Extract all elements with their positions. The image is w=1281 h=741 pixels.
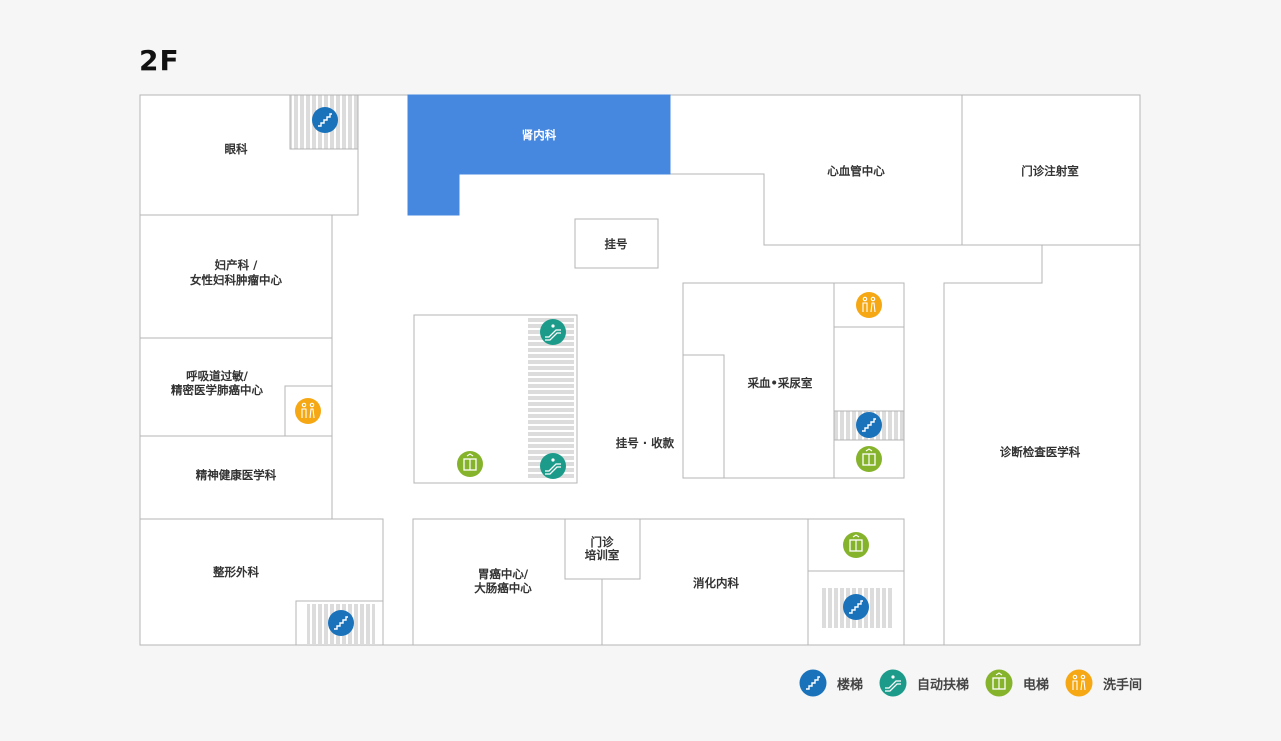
label-gynecology-1: 妇产科 /: [214, 258, 259, 272]
restroom-icon[interactable]: [295, 398, 321, 424]
label-registration: 挂号: [605, 237, 628, 251]
label-respiratory-2: 精密医学肺癌中心: [171, 383, 263, 397]
legend-label-elevator: 电梯: [1022, 677, 1049, 693]
label-respiratory-1: 呼吸道过敏/: [186, 369, 248, 383]
label-plastic-surgery: 整形外科: [212, 565, 259, 579]
legend-label-escalator: 自动扶梯: [916, 677, 969, 693]
legend-item-escalator[interactable]: 自动扶梯: [879, 669, 969, 697]
legend-item-restroom[interactable]: 洗手间: [1065, 669, 1142, 697]
label-gynecology-2: 女性妇科肿瘤中心: [190, 273, 282, 287]
label-ophthalmology: 眼科: [225, 142, 248, 156]
escalator-icon[interactable]: [540, 453, 566, 479]
stairs-icon[interactable]: [856, 412, 882, 438]
label-gastric-2: 大肠癌中心: [474, 581, 532, 595]
label-diagnostic: 诊断检查医学科: [1000, 445, 1081, 459]
stairs-icon[interactable]: [312, 107, 338, 133]
escalator-icon: [879, 669, 907, 697]
legend-item-stairs[interactable]: 楼梯: [799, 669, 863, 697]
label-training-2: 培训室: [585, 548, 620, 562]
elevator-icon[interactable]: [843, 532, 869, 558]
blood-storage-room: [833, 326, 905, 412]
stairs-icon[interactable]: [328, 610, 354, 636]
label-gastroenterology: 消化内科: [693, 576, 739, 590]
label-gastric-1: 胃癌中心/: [478, 567, 529, 581]
label-training-1: 门诊: [591, 535, 614, 549]
label-nephrology: 肾内科: [522, 128, 557, 142]
legend-item-elevator[interactable]: 电梯: [985, 669, 1049, 697]
label-registration-payment: 挂号 · 收款: [616, 436, 675, 450]
blood-side-room: [682, 354, 725, 479]
stairs-icon[interactable]: [843, 594, 869, 620]
elevator-icon[interactable]: [856, 446, 882, 472]
floor-map-page: 2F 眼科 肾内科 心血管中心 门诊注射室 挂号 妇产科 / 女性妇科肿瘤中心 …: [0, 0, 1281, 741]
label-cardiovascular: 心血管中心: [827, 164, 885, 178]
elevator-icon[interactable]: [457, 451, 483, 477]
label-outpatient-injection: 门诊注射室: [1021, 164, 1079, 178]
restroom-icon: [1065, 669, 1093, 697]
legend-label-restroom: 洗手间: [1102, 677, 1142, 693]
escalator-icon[interactable]: [540, 319, 566, 345]
label-mental-health: 精神健康医学科: [196, 468, 277, 482]
stairs-icon: [799, 669, 827, 697]
elevator-icon: [985, 669, 1013, 697]
map-legend: 楼梯 自动扶梯 电梯 洗手间: [799, 669, 1142, 697]
floor-plan: 眼科 肾内科 心血管中心 门诊注射室 挂号 妇产科 / 女性妇科肿瘤中心 呼吸道…: [139, 94, 1141, 646]
restroom-icon[interactable]: [856, 292, 882, 318]
label-blood-urine: 采血•采尿室: [747, 376, 813, 390]
legend-label-stairs: 楼梯: [836, 677, 863, 693]
